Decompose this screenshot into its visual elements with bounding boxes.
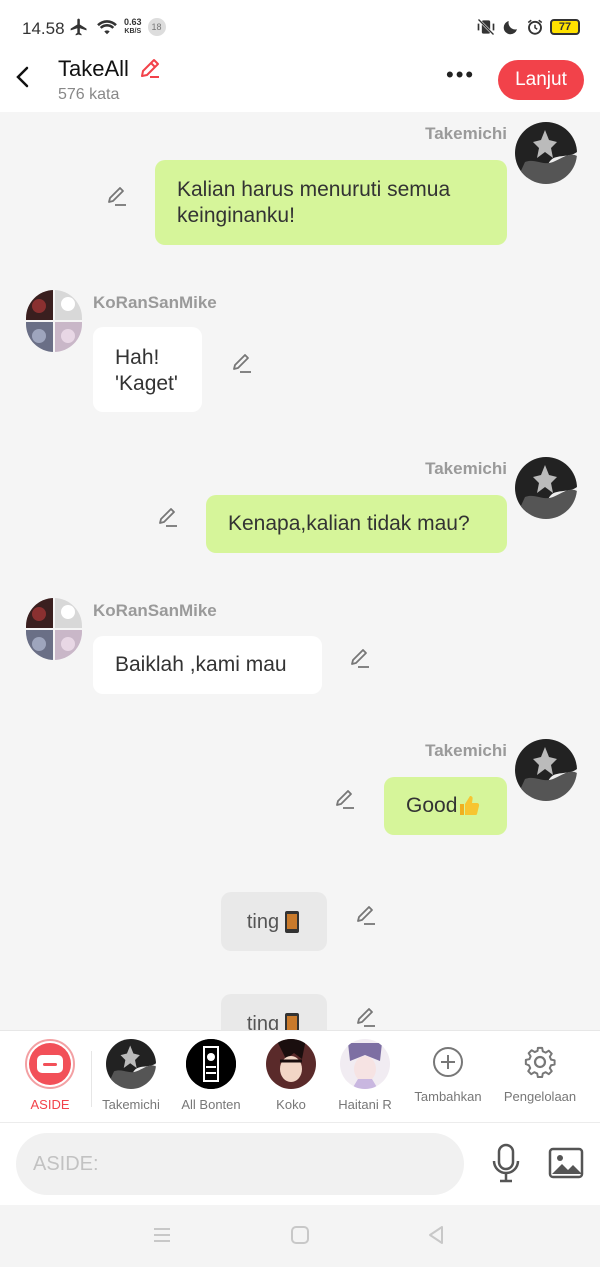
home-icon[interactable] <box>290 1225 310 1245</box>
edit-message-icon[interactable] <box>348 646 372 670</box>
edit-message-icon[interactable] <box>230 351 254 375</box>
message-bubble[interactable]: Good <box>384 777 507 835</box>
message-bubble[interactable]: Kalian harus menuruti semua keinginanku! <box>155 160 507 245</box>
wifi-icon <box>97 20 117 35</box>
character-label: Tambahkan <box>414 1089 482 1104</box>
airplane-icon <box>70 18 87 36</box>
edit-message-icon[interactable] <box>156 505 180 529</box>
character-label: Takemichi <box>102 1097 160 1112</box>
sender-name: KoRanSanMike <box>93 601 217 620</box>
notification-badge: 18 <box>147 18 166 36</box>
message-bubble[interactable]: Baiklah ,kami mau <box>93 636 322 694</box>
character-label: Pengelolaan <box>503 1089 577 1104</box>
phone-icon <box>285 910 300 933</box>
back-arrow-icon[interactable] <box>10 62 36 92</box>
network-speed: 0.63 KB/S <box>124 17 142 36</box>
phone-icon <box>285 1012 300 1030</box>
story-title[interactable]: TakeAll <box>58 56 129 82</box>
character-label: Haitani R <box>338 1097 392 1112</box>
character-haitani-r[interactable]: Haitani R <box>325 1039 405 1112</box>
back-nav-icon[interactable] <box>426 1225 446 1245</box>
alarm-icon <box>527 19 543 35</box>
character-label: Koko <box>276 1097 306 1112</box>
manage-button[interactable]: Pengelolaan <box>500 1039 580 1104</box>
system-nav-bar <box>0 1205 600 1267</box>
chat-area[interactable]: Takemichi Kalian harus menuruti semua ke… <box>0 112 600 1030</box>
edit-message-icon[interactable] <box>354 1005 378 1029</box>
message-bubble[interactable]: Kenapa,kalian tidak mau? <box>206 495 507 553</box>
next-button[interactable]: Lanjut <box>498 60 584 100</box>
edit-message-icon[interactable] <box>105 184 129 208</box>
character-koko[interactable]: Koko <box>251 1039 331 1112</box>
message-input[interactable] <box>16 1133 464 1195</box>
edit-message-icon[interactable] <box>333 787 357 811</box>
story-header: TakeAll 576 kata ••• Lanjut <box>0 50 600 112</box>
avatar <box>340 1039 390 1089</box>
input-bar <box>0 1123 600 1205</box>
sender-name: Takemichi <box>425 459 507 478</box>
aside-bubble[interactable]: ting <box>221 994 327 1030</box>
aside-bubble[interactable]: ting <box>221 892 327 951</box>
avatar <box>186 1039 236 1089</box>
add-character-button[interactable]: Tambahkan <box>408 1039 488 1104</box>
message-bubble[interactable]: Hah! 'Kaget' <box>93 327 202 412</box>
character-selector: ASIDE Takemichi All Bonten Koko Haitani <box>0 1030 600 1123</box>
character-label: ASIDE <box>30 1097 70 1112</box>
microphone-icon[interactable] <box>490 1143 522 1183</box>
avatar[interactable] <box>515 457 577 519</box>
sender-name: Takemichi <box>425 124 507 143</box>
edit-title-icon[interactable] <box>138 56 162 80</box>
thumbs-up-icon <box>460 796 480 815</box>
vibrate-off-icon <box>477 18 495 36</box>
avatar[interactable] <box>515 122 577 184</box>
character-takemichi[interactable]: Takemichi <box>91 1039 171 1112</box>
character-label: All Bonten <box>181 1097 241 1112</box>
avatar <box>266 1039 316 1089</box>
aside-icon <box>37 1055 63 1073</box>
sender-name: KoRanSanMike <box>93 293 217 312</box>
character-aside[interactable]: ASIDE <box>10 1039 90 1112</box>
status-time: 14.58 <box>22 19 65 38</box>
word-count: 576 kata <box>58 86 120 103</box>
edit-message-icon[interactable] <box>354 903 378 927</box>
avatar-group[interactable] <box>26 290 82 352</box>
moon-icon <box>503 21 517 35</box>
sender-name: Takemichi <box>425 741 507 760</box>
avatar[interactable] <box>515 739 577 801</box>
character-all-bonten[interactable]: All Bonten <box>171 1039 251 1112</box>
more-options-button[interactable]: ••• <box>446 64 475 86</box>
image-icon[interactable] <box>548 1147 584 1179</box>
plus-circle-icon <box>433 1047 463 1077</box>
menu-icon[interactable] <box>152 1225 172 1245</box>
avatar-group[interactable] <box>26 598 82 660</box>
avatar <box>106 1039 156 1089</box>
chat-story-editor: 14.58 0.63 KB/S 18 77 TakeAll 576 kata •… <box>0 0 600 1267</box>
battery-indicator: 77 <box>550 19 580 35</box>
gear-icon <box>524 1046 556 1079</box>
